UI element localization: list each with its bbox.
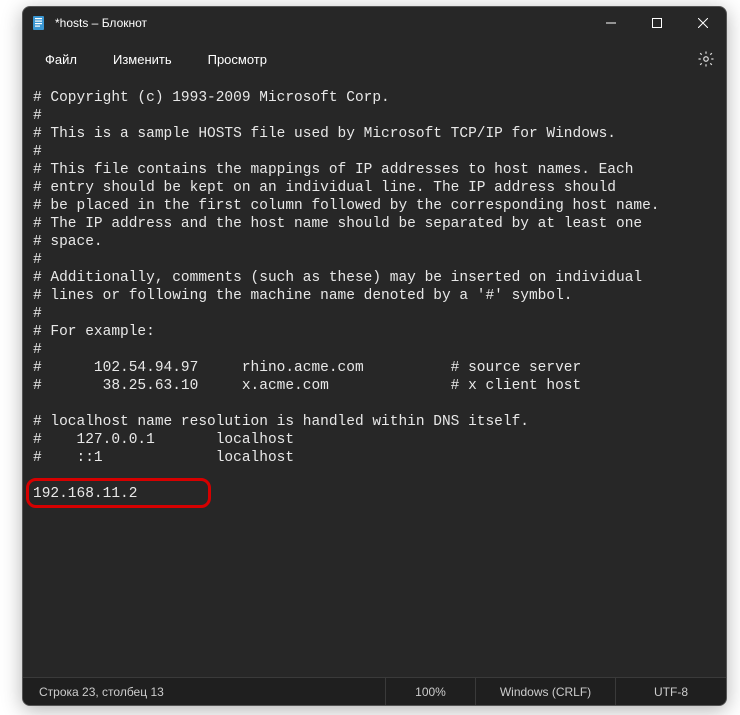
notepad-icon	[31, 15, 47, 31]
notepad-window: *hosts – Блокнот Файл Изменить Просмотр …	[22, 6, 727, 706]
highlight-annotation	[26, 478, 211, 508]
menu-file[interactable]: Файл	[39, 48, 83, 71]
statusbar: Строка 23, столбец 13 100% Windows (CRLF…	[23, 677, 726, 705]
maximize-button[interactable]	[634, 7, 680, 39]
text-editor[interactable]: # Copyright (c) 1993-2009 Microsoft Corp…	[23, 79, 726, 677]
window-title: *hosts – Блокнот	[55, 16, 147, 30]
status-line-ending: Windows (CRLF)	[476, 678, 616, 705]
close-button[interactable]	[680, 7, 726, 39]
menubar: Файл Изменить Просмотр	[23, 39, 726, 79]
gear-icon[interactable]	[696, 49, 716, 69]
menu-view[interactable]: Просмотр	[202, 48, 273, 71]
menu-edit[interactable]: Изменить	[107, 48, 178, 71]
minimize-button[interactable]	[588, 7, 634, 39]
status-position: Строка 23, столбец 13	[23, 678, 386, 705]
status-encoding: UTF-8	[616, 678, 726, 705]
titlebar[interactable]: *hosts – Блокнот	[23, 7, 726, 39]
status-zoom[interactable]: 100%	[386, 678, 476, 705]
editor-content[interactable]: # Copyright (c) 1993-2009 Microsoft Corp…	[33, 89, 726, 503]
